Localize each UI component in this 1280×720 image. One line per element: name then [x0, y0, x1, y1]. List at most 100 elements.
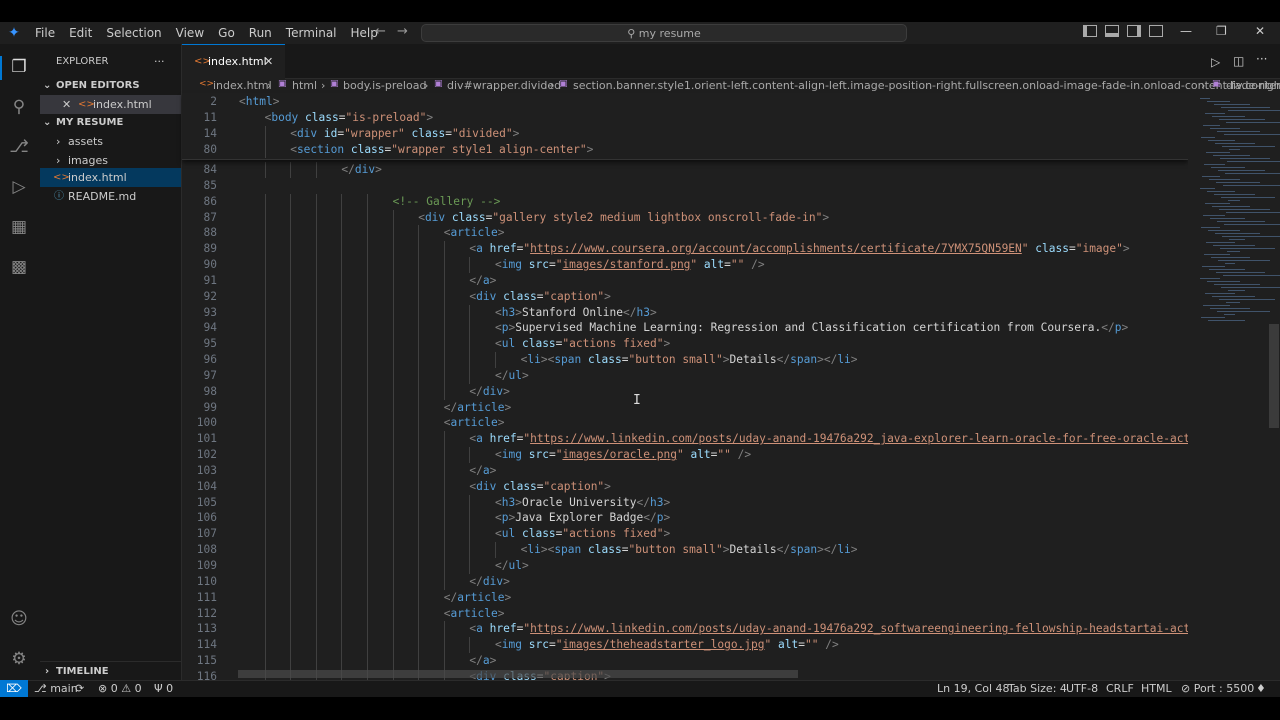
project-section[interactable]: ⌄ MY RESUME: [40, 113, 181, 132]
line-number: 104: [196, 479, 217, 493]
menu-file[interactable]: File: [28, 26, 62, 40]
open-editors-section[interactable]: ⌄ OPEN EDITORS: [40, 76, 181, 95]
tab-index-html[interactable]: <> index.html ✕: [182, 44, 285, 79]
run-icon[interactable]: ▷: [1211, 55, 1220, 69]
code-text: <div class="gallery style2 medium lightb…: [418, 210, 830, 224]
split-editor-icon[interactable]: ◫: [1233, 54, 1244, 68]
indent-guide: [392, 383, 394, 400]
forward-arrow-icon[interactable]: →: [397, 24, 408, 39]
close-icon[interactable]: ✕: [62, 95, 71, 114]
element-icon: ▣: [278, 79, 287, 89]
close-window-icon[interactable]: ✕: [1255, 24, 1265, 38]
tab-close-icon[interactable]: ✕: [264, 55, 273, 68]
minimap[interactable]: [1188, 93, 1280, 680]
toggle-sidebar-icon[interactable]: [1083, 25, 1097, 37]
minimap-line: [1212, 296, 1255, 297]
breadcrumb-item[interactable]: index.html: [213, 79, 272, 92]
timeline-section[interactable]: › TIMELINE: [40, 661, 181, 681]
source-control-icon[interactable]: ⎇: [8, 136, 30, 158]
code-text: <img src="images/stanford.png" alt="" />: [495, 258, 765, 272]
encoding[interactable]: UTF-8: [1066, 681, 1098, 696]
indent-guide: [418, 367, 420, 384]
breadcrumb-item[interactable]: section.banner.style1.orient-left.conten…: [573, 79, 1280, 92]
command-center-search[interactable]: ⚲ my resume: [421, 24, 907, 42]
remote-explorer-icon[interactable]: ▩: [8, 256, 30, 278]
live-server-port[interactable]: ⊘ Port : 5500: [1181, 681, 1254, 696]
breadcrumb-item[interactable]: div#wrapper.divided: [447, 79, 561, 92]
restore-icon[interactable]: ❐: [1216, 24, 1227, 38]
ports-indicator[interactable]: Ψ 0: [154, 681, 173, 696]
toggle-panel-icon[interactable]: [1105, 25, 1119, 37]
tab-size[interactable]: Tab Size: 4: [1008, 681, 1067, 696]
tree-item-readme[interactable]: ⓘ README.md: [40, 187, 181, 206]
minimap-line: [1224, 134, 1280, 135]
indent-guide: [367, 573, 368, 590]
minimap-line: [1203, 305, 1230, 306]
language-mode[interactable]: HTML: [1141, 681, 1172, 696]
breadcrumb-item[interactable]: body.is-preload: [343, 79, 426, 92]
code-line: 111 </article>: [182, 589, 1188, 606]
more-actions-icon[interactable]: ···: [1256, 52, 1267, 66]
indent-guide: [392, 225, 394, 242]
menu-edit[interactable]: Edit: [62, 26, 99, 40]
indent-guide: [341, 257, 343, 274]
breadcrumb-item[interactable]: div.content: [1226, 79, 1280, 92]
code-text: </div>: [469, 574, 510, 588]
minimap-line: [1216, 182, 1260, 183]
minimap-line: [1226, 212, 1280, 213]
line-number: 109: [196, 559, 217, 572]
indent-guide: [418, 621, 420, 638]
line-number: 101: [196, 432, 217, 446]
problems-indicator[interactable]: ⊗ 0 ⚠ 0: [98, 681, 142, 696]
back-arrow-icon[interactable]: ←: [375, 24, 386, 39]
code-editor[interactable]: 84 </div> 85 86 <!-- Gallery --> 87 <div class…: [182, 93, 1280, 680]
menu-terminal[interactable]: Terminal: [279, 26, 344, 40]
indent-guide: [392, 304, 394, 321]
manage-gear-icon[interactable]: ⚙: [8, 648, 30, 670]
indent-guide: [315, 193, 317, 210]
indent-guide: [315, 447, 317, 464]
search-view-icon[interactable]: ⚲: [8, 96, 30, 118]
run-debug-icon[interactable]: ▷: [8, 176, 30, 198]
code-line: 87 <div class="gallery style2 medium ligh…: [182, 209, 1188, 226]
minimize-icon[interactable]: —: [1180, 24, 1192, 38]
more-actions-icon[interactable]: ···: [154, 52, 165, 71]
menu-view[interactable]: View: [169, 26, 211, 40]
horizontal-scrollbar[interactable]: [238, 670, 798, 678]
toggle-secondary-sidebar-icon[interactable]: [1127, 25, 1141, 37]
indent-guide: [290, 589, 292, 606]
tree-item-index-html[interactable]: <> index.html: [40, 168, 181, 187]
line-ending[interactable]: CRLF: [1106, 681, 1134, 696]
code-text: </ul>: [495, 559, 529, 572]
indent-guide: [264, 383, 266, 400]
indent-guide: [264, 257, 266, 274]
menu-run[interactable]: Run: [242, 26, 279, 40]
menu-go[interactable]: Go: [211, 26, 242, 40]
notifications-bell-icon[interactable]: ♦: [1256, 681, 1266, 696]
tree-item-assets[interactable]: › assets: [40, 132, 181, 151]
code-line: 102 <img src="images/oracle.png" alt="" /…: [182, 447, 1188, 464]
explorer-icon[interactable]: ❐: [8, 56, 30, 78]
vertical-scrollbar[interactable]: [1269, 324, 1279, 428]
open-editor-item[interactable]: ✕ <> index.html: [40, 95, 181, 114]
indent-guide: [469, 257, 471, 274]
accounts-icon[interactable]: ☺: [8, 608, 30, 630]
menu-selection[interactable]: Selection: [99, 26, 168, 40]
broadcast-icon: ⊘: [1181, 682, 1191, 695]
code-line: 103 </a>: [182, 462, 1188, 479]
sync-icon[interactable]: ⟳: [75, 681, 84, 696]
extensions-icon[interactable]: ▦: [8, 216, 30, 238]
minimap-line: [1210, 128, 1240, 129]
indent-guide: [264, 162, 266, 178]
indent-guide: [418, 447, 420, 464]
cursor-position[interactable]: Ln 19, Col 48: [937, 681, 1010, 696]
branch-indicator[interactable]: ⎇ main: [34, 681, 78, 696]
minimap-line: [1222, 236, 1280, 237]
breadcrumb-item[interactable]: html: [292, 79, 317, 92]
remote-indicator-icon[interactable]: ⌦: [0, 680, 28, 697]
minimap-line: [1207, 281, 1240, 282]
minimap-line: [1224, 314, 1235, 315]
indent-guide: [367, 415, 368, 432]
indent-guide: [264, 494, 266, 511]
customize-layout-icon[interactable]: [1149, 25, 1163, 37]
